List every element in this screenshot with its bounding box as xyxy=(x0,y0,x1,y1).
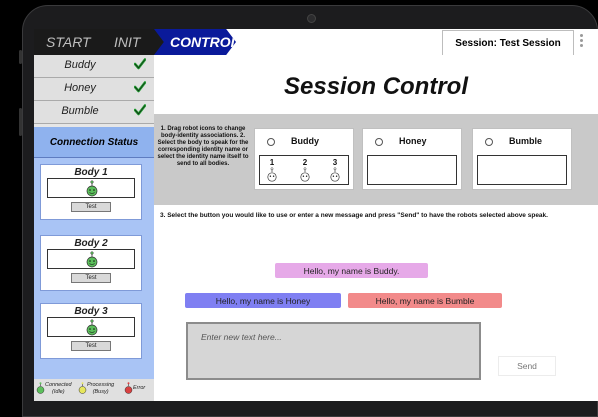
legend-sublabel: (Busy) xyxy=(92,389,109,395)
main-content: Session Control 1. Drag robot icons to c… xyxy=(154,55,598,401)
radio-buddy[interactable] xyxy=(267,138,275,146)
body-title: Body 2 xyxy=(74,238,108,249)
sidebar: Buddy Honey Bumble Connection Status Bod… xyxy=(34,55,154,401)
legend-error: Error xyxy=(124,382,145,394)
kebab-menu-icon[interactable] xyxy=(580,34,583,49)
robot-green-icon xyxy=(36,382,45,394)
robot-icon[interactable] xyxy=(85,251,99,268)
slot-number: 3 xyxy=(332,158,338,167)
robot-icon[interactable] xyxy=(299,167,311,182)
legend-label: Error xyxy=(133,385,146,391)
body-slot[interactable] xyxy=(47,317,135,337)
identity-slot-buddy[interactable]: 1 2 3 xyxy=(259,155,349,185)
legend-connected: Connected (Idle) xyxy=(36,382,72,396)
tablet-side-button xyxy=(19,50,22,64)
radio-bumble[interactable] xyxy=(485,138,493,146)
robot-icon[interactable] xyxy=(85,319,99,336)
app-screen: START INIT CONTROL Session: Test Session… xyxy=(34,29,598,401)
identity-name[interactable]: Buddy xyxy=(291,136,319,146)
identity-card-buddy: Buddy 1 2 3 xyxy=(254,128,354,190)
body-card-1: Body 1 Test xyxy=(40,164,142,220)
identity-slot-bumble[interactable] xyxy=(477,155,567,185)
legend-label: Processing xyxy=(87,382,115,388)
top-bar: START INIT CONTROL Session: Test Session xyxy=(34,29,598,56)
message-input[interactable]: Enter new text here... xyxy=(186,322,481,380)
green-checkmark-icon xyxy=(134,58,146,70)
body-slot[interactable] xyxy=(47,249,135,269)
legend-processing: Processing (Busy) xyxy=(78,382,114,396)
robot-name: Buddy xyxy=(64,59,96,71)
tablet-camera xyxy=(307,14,316,23)
identity-name[interactable]: Bumble xyxy=(509,136,542,146)
robot-red-icon xyxy=(124,382,133,394)
legend-label: Connected xyxy=(45,382,72,388)
phrase-button-buddy[interactable]: Hello, my name is Buddy. xyxy=(275,263,428,278)
identity-card-honey: Honey xyxy=(362,128,462,190)
phrase-button-honey[interactable]: Hello, my name is Honey xyxy=(185,293,341,308)
slot-number: 1 xyxy=(269,158,275,167)
breadcrumb-init[interactable]: INIT xyxy=(94,29,168,55)
identity-name[interactable]: Honey xyxy=(399,136,427,146)
robot-icon[interactable] xyxy=(329,167,341,182)
robot-icon[interactable] xyxy=(266,167,278,182)
connection-status-panel: Connection Status Body 1 Test Body 2 Tes… xyxy=(34,127,154,401)
message-placeholder: Enter new text here... xyxy=(201,332,282,342)
robot-row-buddy[interactable]: Buddy xyxy=(34,55,154,78)
test-button[interactable]: Test xyxy=(71,202,111,212)
green-checkmark-icon xyxy=(134,104,146,116)
breadcrumb-control[interactable]: CONTROL xyxy=(154,29,236,55)
body-card-3: Body 3 Test xyxy=(40,303,142,359)
step3-instructions: 3. Select the button you would like to u… xyxy=(160,212,548,219)
send-button[interactable]: Send xyxy=(498,356,556,376)
body-card-2: Body 2 Test xyxy=(40,235,142,291)
slot-number: 2 xyxy=(302,158,308,167)
session-label: Session: Test Session xyxy=(442,30,574,56)
body-title: Body 3 xyxy=(74,306,108,317)
test-button[interactable]: Test xyxy=(71,273,111,283)
body-slot[interactable] xyxy=(47,178,135,198)
identity-card-bumble: Bumble xyxy=(472,128,572,190)
status-legend: Connected (Idle) Processing (Busy) Error xyxy=(34,379,154,401)
robot-yellow-icon xyxy=(78,382,87,394)
identity-slot-honey[interactable] xyxy=(367,155,457,185)
instructions-text: 1. Drag robot icons to change body-ident… xyxy=(157,126,249,167)
robot-row-bumble[interactable]: Bumble xyxy=(34,101,154,124)
robot-name: Bumble xyxy=(61,105,99,117)
connection-status-title: Connection Status xyxy=(34,127,154,158)
robot-name: Honey xyxy=(64,82,96,94)
radio-honey[interactable] xyxy=(375,138,383,146)
tablet-side-button xyxy=(19,108,22,136)
robot-row-honey[interactable]: Honey xyxy=(34,78,154,101)
phrase-button-bumble[interactable]: Hello, my name is Bumble xyxy=(348,293,502,308)
identity-panel: 1. Drag robot icons to change body-ident… xyxy=(154,114,598,205)
test-button[interactable]: Test xyxy=(71,341,111,351)
page-title: Session Control xyxy=(283,73,469,100)
robot-icon[interactable] xyxy=(85,180,99,197)
legend-sublabel: (Idle) xyxy=(52,389,65,395)
body-title: Body 1 xyxy=(74,167,108,178)
green-checkmark-icon xyxy=(134,81,146,93)
